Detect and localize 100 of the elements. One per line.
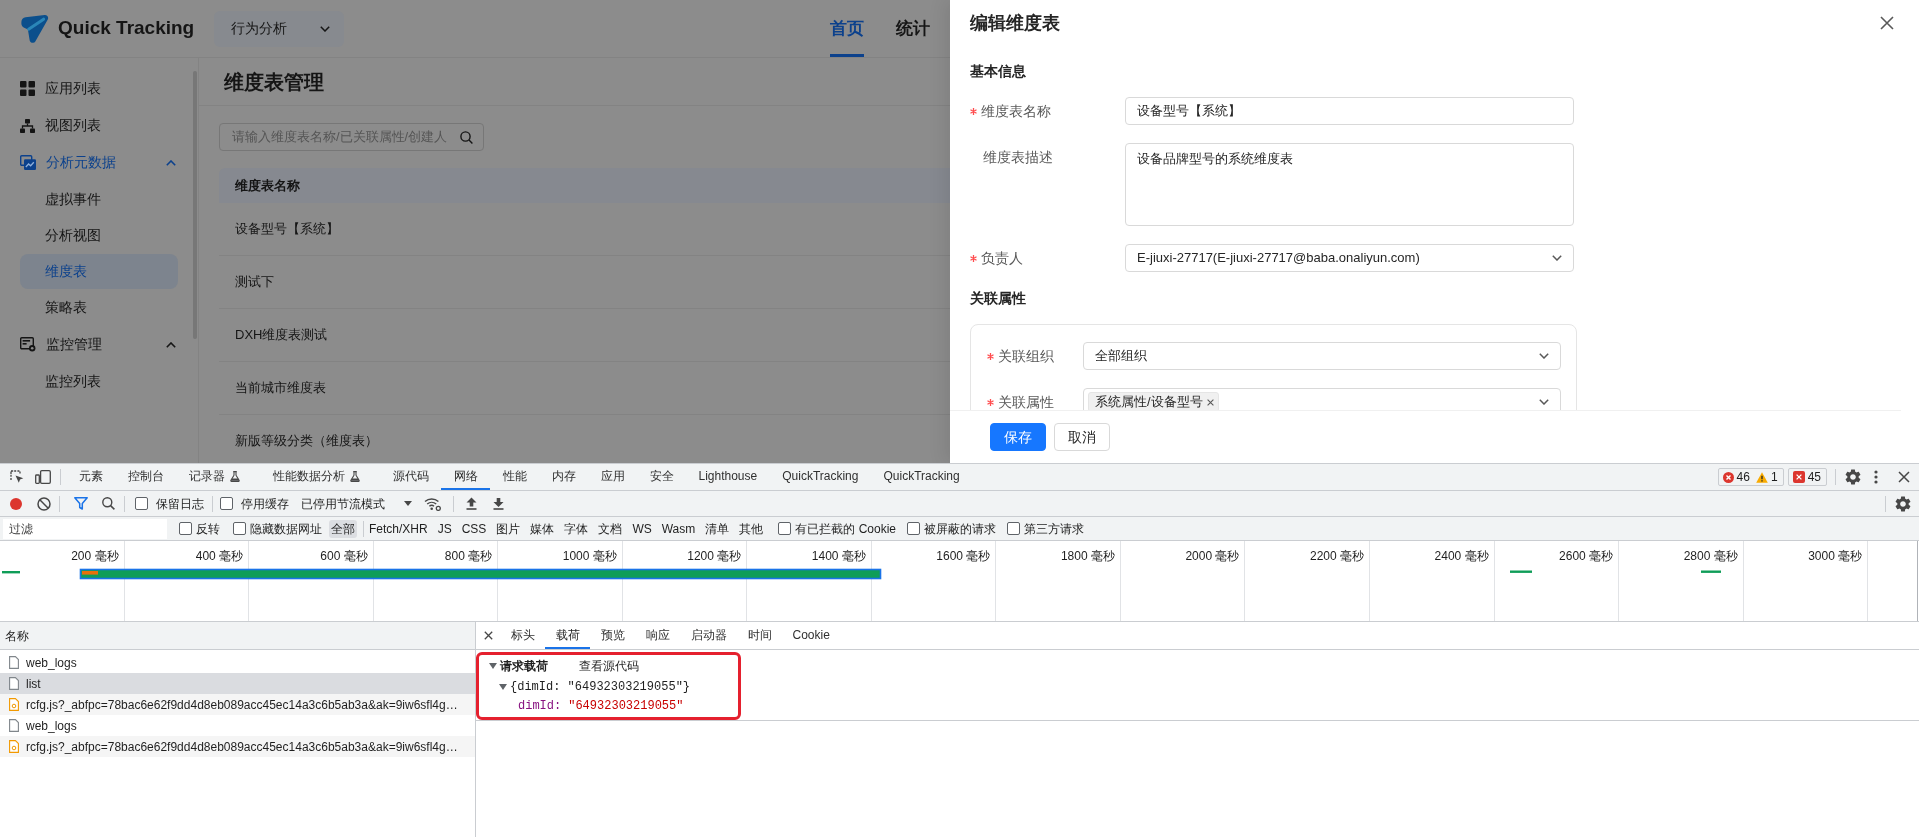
hierarchy-icon <box>20 118 35 133</box>
filter-type-button[interactable]: 清单 <box>700 519 735 538</box>
checkbox-label[interactable]: 第三方请求 <box>1024 519 1084 538</box>
filter-type-button[interactable]: 字体 <box>559 519 594 538</box>
devtools-tab[interactable]: 内存 <box>539 464 588 490</box>
devtools-tab[interactable]: 记录器 <box>176 464 260 490</box>
checkbox-label[interactable]: 反转 <box>196 519 220 538</box>
checkbox[interactable] <box>179 522 192 535</box>
request-row[interactable]: rcfg.js?_abfpc=78bac6e62f9dd4d8eb089acc45ec14a3c6b5ab3a&ak=9iw6sfl4g… <box>0 694 475 715</box>
request-row[interactable]: rcfg.js?_abfpc=78bac6e62f9dd4d8eb089acc45ec14a3c6b5ab3a&ak=9iw6sfl4g… <box>0 736 475 757</box>
caret-down-icon[interactable] <box>404 501 412 506</box>
table-cell-text: 当前城市维度表 <box>235 379 326 398</box>
sidebar-item[interactable]: 策略表 <box>20 290 178 325</box>
section-title[interactable]: 请求载荷 <box>500 657 548 675</box>
filter-field[interactable]: 过滤 <box>3 518 167 539</box>
checkbox-label[interactable]: 停用缓存 <box>241 494 289 513</box>
tag-text: 系统属性/设备型号 <box>1095 393 1203 410</box>
select-field[interactable]: E-jiuxi-27717(E-jiuxi-27717@baba.onaliyun.com) <box>1125 244 1574 272</box>
devices-icon[interactable] <box>35 470 51 484</box>
disclosure-triangle-icon[interactable] <box>499 684 507 690</box>
close-icon[interactable] <box>484 631 493 640</box>
checkbox-label[interactable]: 有已拦截的 Cookie <box>795 519 896 538</box>
close-icon[interactable] <box>1880 16 1894 30</box>
request-row[interactable]: web_logs <box>0 715 475 736</box>
details-tab[interactable]: 响应 <box>635 622 680 649</box>
details-tab[interactable]: Cookie <box>782 622 841 649</box>
error-warning-counter[interactable]: 46 1 <box>1717 468 1784 486</box>
view-source-link[interactable]: 查看源代码 <box>579 657 639 675</box>
filter-type-button[interactable]: 其他 <box>734 519 769 538</box>
chevron-down-icon <box>1552 255 1562 261</box>
circle-slash-icon[interactable] <box>37 496 51 511</box>
details-tab[interactable]: 预览 <box>590 622 635 649</box>
checkbox[interactable] <box>233 522 246 535</box>
checkbox-label[interactable]: 被屏蔽的请求 <box>924 519 996 538</box>
devtools-tab[interactable]: 元素 <box>66 464 115 490</box>
checkbox-label[interactable]: 保留日志 <box>156 494 204 513</box>
document-icon <box>9 656 19 669</box>
checkbox[interactable] <box>135 497 148 510</box>
text-input[interactable]: 设备型号【系统】 <box>1125 97 1574 125</box>
devtools-tab[interactable]: 源代码 <box>380 464 441 490</box>
upload-icon[interactable] <box>466 497 477 510</box>
settings-icon[interactable] <box>1845 469 1861 485</box>
close-icon[interactable] <box>1898 471 1910 483</box>
devtools-tab[interactable]: 控制台 <box>115 464 176 490</box>
filter-type-button[interactable]: 图片 <box>491 519 526 538</box>
devtools-tab[interactable]: QuickTracking <box>769 464 871 490</box>
settings-icon[interactable] <box>1895 495 1911 512</box>
devtools-tab[interactable]: 应用 <box>588 464 637 490</box>
cursor-box-icon[interactable] <box>10 470 24 484</box>
select-field[interactable]: 全部组织 <box>1083 342 1561 370</box>
wifi-icon[interactable] <box>424 496 441 511</box>
filter-type-button[interactable]: Wasm <box>656 519 701 538</box>
tag-close-icon[interactable] <box>1206 398 1214 406</box>
request-row[interactable]: list <box>0 673 475 694</box>
devtools-tab[interactable]: 性能数据分析 <box>260 464 380 490</box>
devtools-tab[interactable]: 安全 <box>637 464 686 490</box>
issues-counter[interactable]: 45 <box>1787 468 1827 486</box>
primary-button[interactable]: 保存 <box>990 423 1046 451</box>
document-icon <box>9 677 19 690</box>
request-row[interactable]: web_logs <box>0 652 475 673</box>
filter-type-button[interactable]: Fetch/XHR <box>364 519 433 538</box>
download-icon[interactable] <box>493 497 504 510</box>
devtools-tab[interactable]: 性能 <box>490 464 539 490</box>
textarea-field[interactable]: 设备品牌型号的系统维度表 <box>1125 143 1574 226</box>
filter-type-button[interactable]: 媒体 <box>525 519 560 538</box>
sidebar-item[interactable]: 分析视图 <box>20 218 178 253</box>
secondary-button[interactable]: 取消 <box>1054 423 1110 451</box>
filter-type-button[interactable]: 文档 <box>593 519 628 538</box>
funnel-icon[interactable] <box>74 497 88 510</box>
checkbox-label[interactable]: 隐藏数据网址 <box>250 519 322 538</box>
filter-type-button[interactable]: JS <box>432 519 457 538</box>
checkbox[interactable] <box>778 522 792 535</box>
filter-type-button[interactable]: 全部 <box>329 519 357 538</box>
devtools-tab[interactable]: Lighthouse <box>686 464 770 490</box>
sidebar-item[interactable]: 视图列表 <box>0 107 193 144</box>
sidebar-item[interactable]: 虚拟事件 <box>20 182 178 217</box>
checkbox[interactable] <box>907 522 920 535</box>
checkbox[interactable] <box>1007 522 1020 535</box>
details-tab[interactable]: 标头 <box>500 622 545 649</box>
throttling-select[interactable]: 已停用节流模式 <box>301 494 385 513</box>
checkbox[interactable] <box>220 497 233 510</box>
payload-object[interactable]: {dimId: "64932303219055"} <box>510 678 691 696</box>
sidebar-item[interactable]: 应用列表 <box>0 70 193 107</box>
timeline-tick-label: 2200 毫秒 <box>1310 549 1364 563</box>
record-icon[interactable] <box>10 497 22 510</box>
sidebar-item[interactable]: 监控管理 <box>0 326 193 363</box>
filter-type-button[interactable]: WS <box>627 519 657 538</box>
nav-tab[interactable]: 统计 <box>896 0 930 57</box>
devtools-tab[interactable]: QuickTracking <box>870 464 973 490</box>
multi-select-field[interactable]: 系统属性/设备型号 <box>1083 388 1561 410</box>
disclosure-triangle-icon[interactable] <box>489 663 497 669</box>
search-icon[interactable] <box>102 497 115 510</box>
sidebar-item[interactable]: 监控列表 <box>20 364 178 399</box>
workspace-select[interactable]: 行为分析 <box>214 10 345 47</box>
details-tab[interactable]: 载荷 <box>545 622 590 649</box>
details-tab[interactable]: 时间 <box>737 622 782 649</box>
table-cell-text: 新版等级分类（维度表） <box>235 432 378 451</box>
details-tab[interactable]: 启动器 <box>680 622 737 649</box>
more-icon[interactable] <box>1874 470 1878 484</box>
filter-type-button[interactable]: CSS <box>456 519 492 538</box>
